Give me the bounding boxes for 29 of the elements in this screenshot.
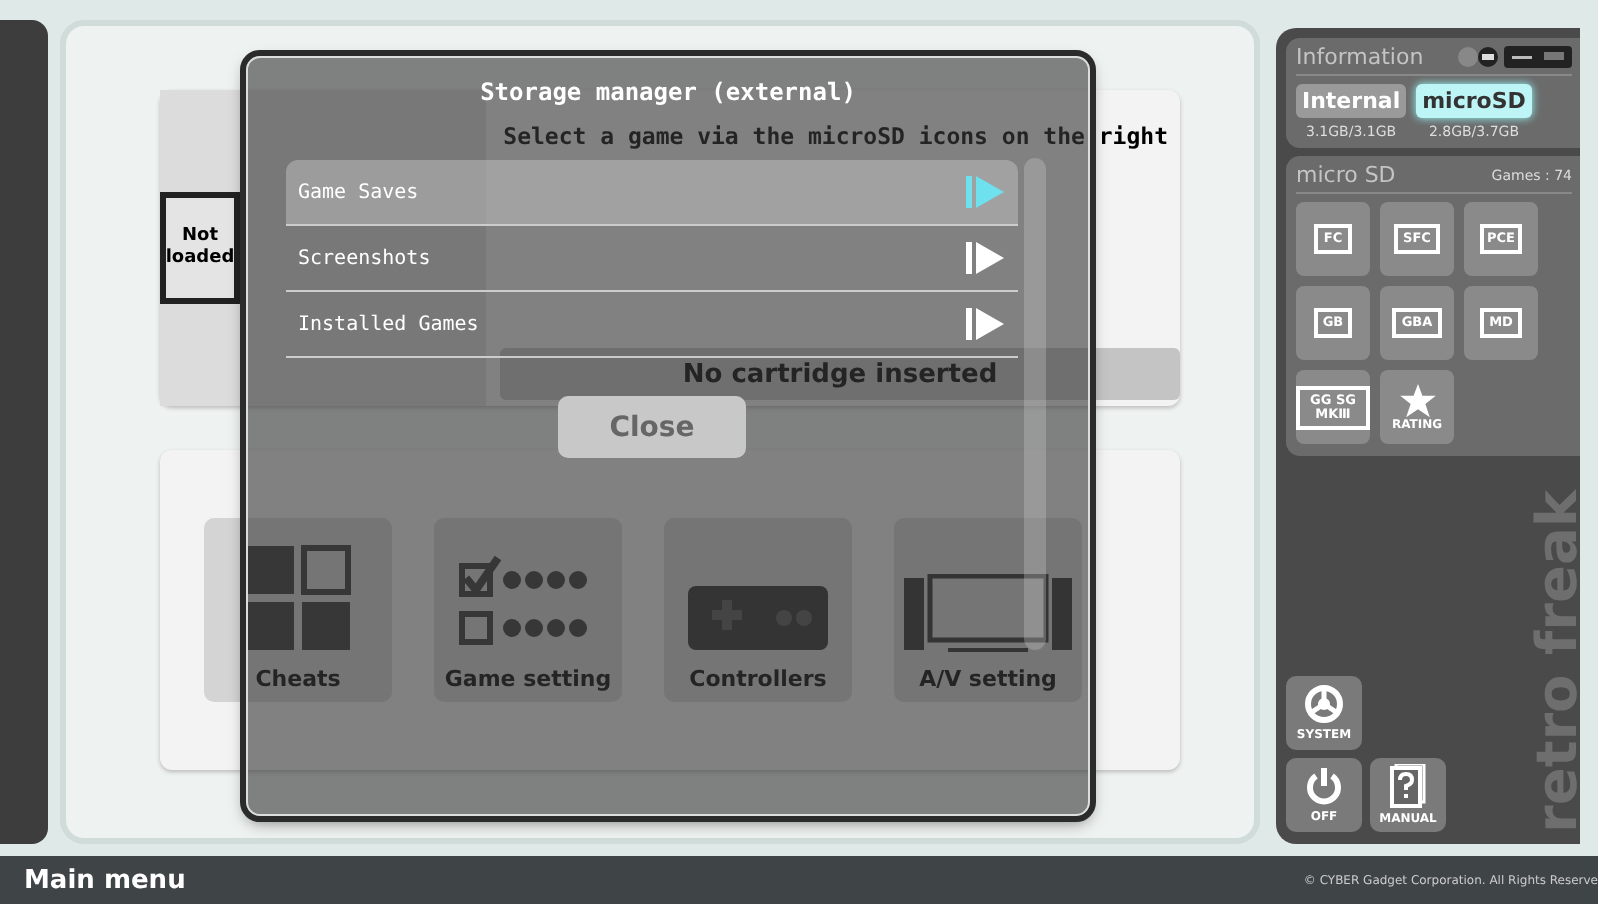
play-arrow-icon bbox=[966, 308, 1006, 340]
screen-title: Main menu bbox=[24, 865, 186, 895]
menu-tile[interactable]: Cheats bbox=[204, 518, 392, 702]
list-item[interactable]: Installed Games bbox=[286, 292, 1018, 358]
sd-card-icon bbox=[1458, 46, 1498, 68]
cartridge-slot-icon bbox=[1504, 46, 1572, 68]
menu-tile[interactable]: Game setting bbox=[434, 518, 622, 702]
help-book-icon bbox=[1390, 764, 1426, 808]
list-item[interactable]: Screenshots bbox=[286, 226, 1018, 292]
cover-text: Not loaded bbox=[165, 226, 235, 270]
section-title: micro SD bbox=[1296, 162, 1398, 188]
cartridge-status: No cartridge inserted bbox=[500, 348, 1180, 400]
menu-tile[interactable]: Controllers bbox=[664, 518, 852, 702]
scrollbar[interactable] bbox=[1024, 158, 1046, 650]
close-button[interactable]: Close bbox=[558, 396, 746, 458]
gamepad-icon bbox=[688, 586, 828, 654]
power-icon bbox=[1304, 766, 1344, 806]
play-arrow-icon bbox=[966, 242, 1006, 274]
tv-speakers-icon bbox=[904, 574, 1072, 654]
hint-text: Select a game via the microSD icons on the right bbox=[503, 122, 1170, 150]
dialog-title: Storage manager (external) bbox=[480, 78, 856, 106]
list-item[interactable]: Game Saves bbox=[286, 160, 1018, 226]
gear-icon bbox=[1304, 684, 1344, 724]
menu-tile[interactable]: A/V setting bbox=[894, 518, 1082, 702]
storage-tab[interactable]: microSD bbox=[1416, 84, 1532, 118]
play-arrow-icon bbox=[966, 176, 1006, 208]
storage-tab[interactable]: Internal bbox=[1296, 84, 1407, 118]
section-title: Information bbox=[1296, 44, 1426, 70]
star-icon bbox=[1399, 383, 1435, 417]
